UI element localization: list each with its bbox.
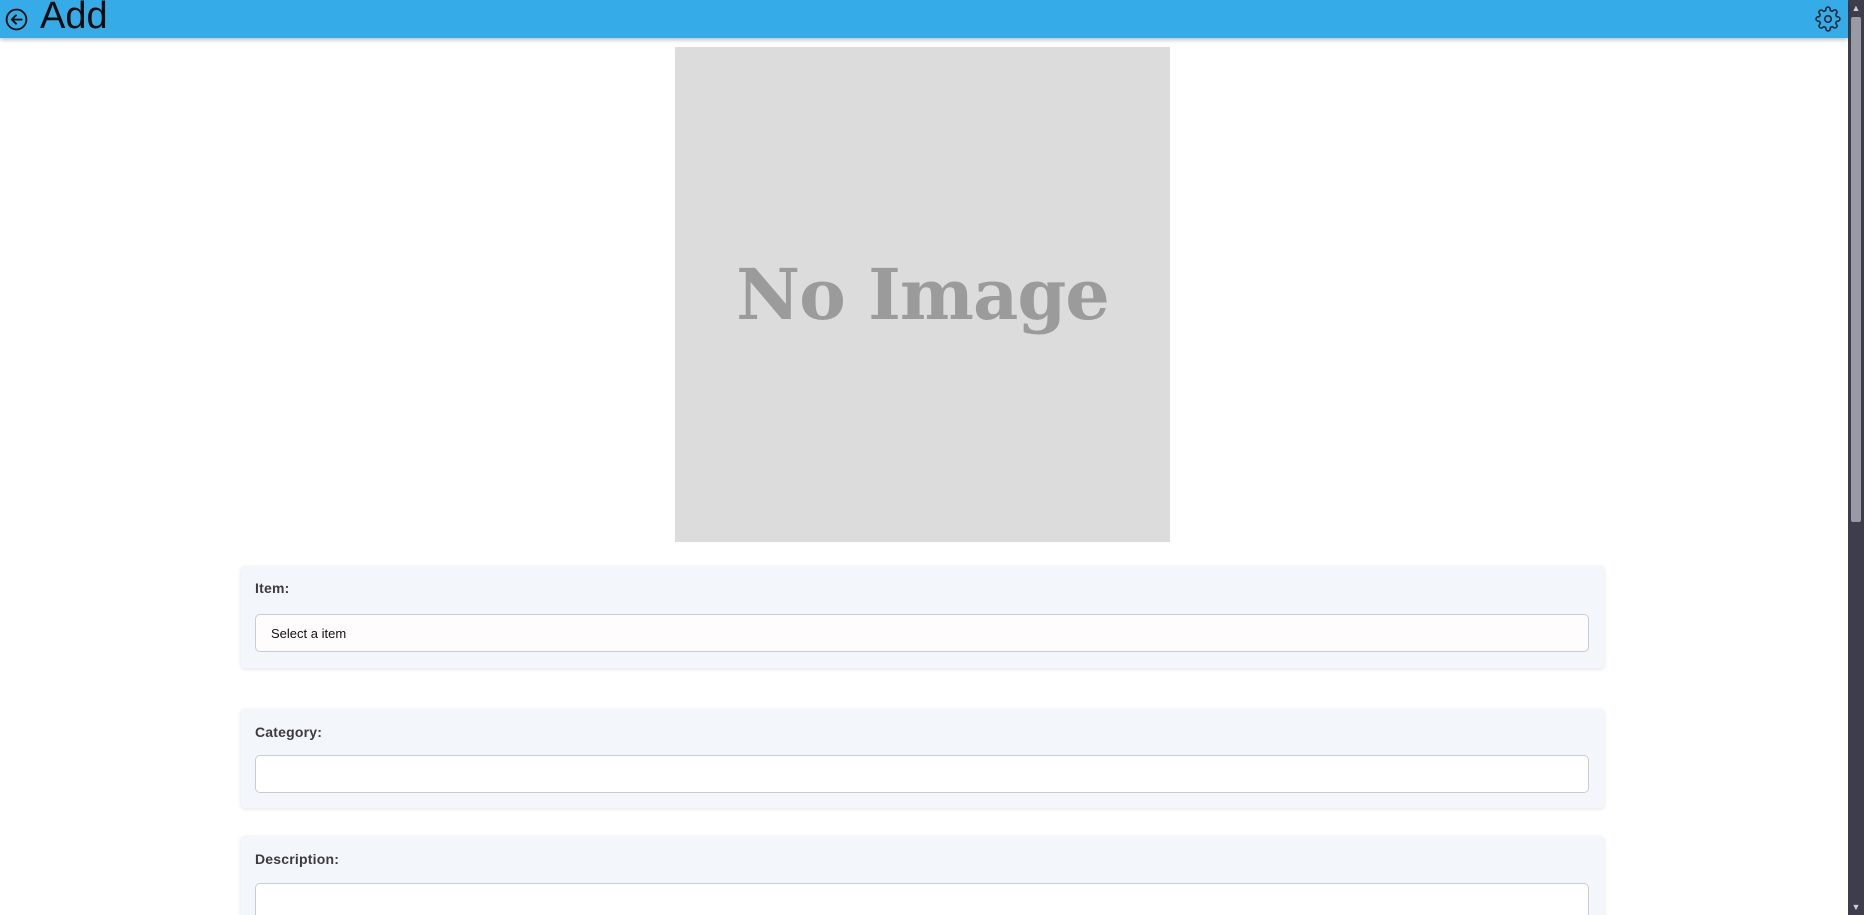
page-title: Add [40,0,108,37]
item-label: Item: [255,580,290,596]
top-bar: Add [0,0,1848,38]
description-label: Description: [255,851,340,867]
scroll-thumb[interactable] [1851,17,1861,522]
category-field-card: Category: [241,709,1604,808]
scroll-down-icon[interactable]: ▼ [1848,899,1864,915]
settings-button[interactable] [1815,6,1841,32]
item-field-card: Item: Select a item [241,566,1604,668]
vertical-scrollbar[interactable]: ▲ ▼ [1848,0,1864,915]
item-image-placeholder[interactable]: No Image [675,47,1170,542]
page: Add No Image Item: Select a item Categor… [0,0,1864,915]
arrow-left-circle-icon [5,8,28,31]
category-input[interactable] [255,755,1589,793]
description-field-card: Description: [241,836,1604,915]
no-image-text: No Image [736,253,1110,336]
category-label: Category: [255,724,323,740]
scroll-up-icon[interactable]: ▲ [1848,0,1864,16]
description-input[interactable] [255,883,1589,915]
gear-icon [1815,6,1841,32]
item-select[interactable]: Select a item [255,614,1589,652]
back-button[interactable] [4,7,29,32]
item-select-value: Select a item [271,625,347,641]
